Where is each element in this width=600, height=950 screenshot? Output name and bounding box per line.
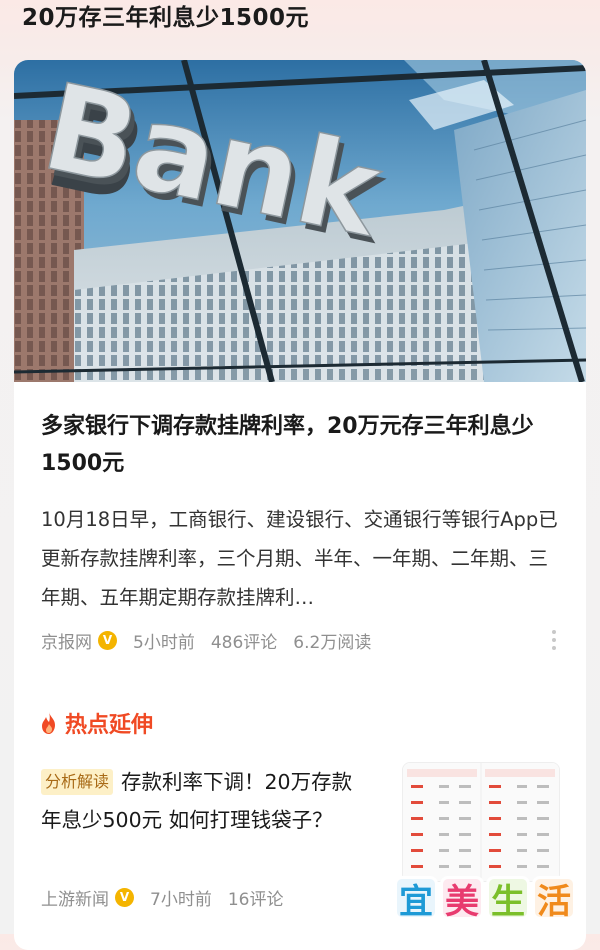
related-meta: 上游新闻 V 7小时前 16评论 [41,883,283,911]
hot-section-header: 热点延伸 [39,705,153,741]
verified-badge-icon: V [115,887,134,907]
related-article-title[interactable]: 分析解读 存款利率下调！20万存款年息少500元 如何打理钱袋子？ [41,763,371,839]
watermark-char-4: 活 [532,876,576,922]
article-meta: 京报网 V 5小时前 486评论 6.2万阅读 [41,626,564,654]
flame-icon [42,712,55,734]
article-reads: 6.2万阅读 [293,632,372,653]
article-summary[interactable]: 10月18日早，工商银行、建设银行、交通银行等银行App已更新存款挂牌利率，三个… [41,500,563,617]
verified-badge-icon: V [98,630,117,650]
hero-image[interactable]: B Bank Bank [14,60,586,382]
related-source[interactable]: 上游新闻 [41,885,109,910]
article-headline[interactable]: 多家银行下调存款挂牌利率，20万元存三年利息少1500元 [41,408,561,482]
watermark-char-1: 宜 [394,876,438,922]
watermark-logo: 宜 美 生 活 [394,876,576,922]
hot-section-title: 热点延伸 [65,713,154,738]
topic-title[interactable]: 20万存三年利息少1500元 [22,0,309,40]
related-comments[interactable]: 16评论 [228,885,284,910]
article-source[interactable]: 京报网 [41,628,92,653]
related-thumbnail[interactable] [402,762,560,882]
more-vertical-icon[interactable] [544,626,564,654]
article-time: 5小时前 [133,632,195,653]
watermark-char-3: 生 [486,876,530,922]
related-time: 7小时前 [150,889,212,910]
article-comments[interactable]: 486评论 [211,628,277,653]
news-card[interactable]: B Bank Bank 多家银行下调存款挂牌利率，20万元存三年利息少1500元… [14,60,586,950]
watermark-char-2: 美 [440,876,484,922]
analysis-tag: 分析解读 [41,769,114,795]
